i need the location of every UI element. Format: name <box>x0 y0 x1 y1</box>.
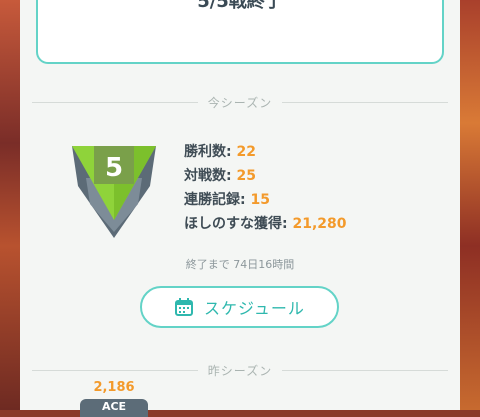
stat-stardust: ほしのすな獲得: 21,280 <box>184 212 347 236</box>
rank-number: 5 <box>105 153 123 183</box>
current-season-heading: 今シーズン <box>20 94 460 111</box>
stat-stardust-label: ほしのすな獲得: <box>184 216 288 232</box>
schedule-button[interactable]: スケジュール <box>140 286 339 328</box>
stat-win-streak-value: 15 <box>250 192 270 208</box>
stat-wins: 勝利数: 22 <box>184 140 347 164</box>
stat-win-streak: 連勝記録: 15 <box>184 188 347 212</box>
stat-win-streak-label: 連勝記録: <box>184 192 246 208</box>
current-season-label: 今シーズン <box>197 96 283 110</box>
schedule-button-label: スケジュール <box>204 299 305 318</box>
previous-season-rating: 2,186 <box>93 380 135 395</box>
stat-battles: 対戦数: 25 <box>184 164 347 188</box>
background-right <box>460 0 480 410</box>
rank-shield-icon: 5 <box>72 146 156 238</box>
previous-season-label: 昨シーズン <box>197 364 283 378</box>
stat-wins-label: 勝利数: <box>184 144 232 160</box>
previous-season-heading: 昨シーズン <box>20 362 460 379</box>
battle-league-panel: 5/5戦終了 今シーズン 5 勝利数: 22 対戦数: 25 連勝記録: 15 … <box>20 0 460 417</box>
stat-stardust-value: 21,280 <box>292 216 347 232</box>
previous-season-rank-badge: ACE <box>80 399 148 417</box>
season-stats: 勝利数: 22 対戦数: 25 連勝記録: 15 ほしのすな獲得: 21,280 <box>184 140 347 236</box>
calendar-icon <box>175 298 194 316</box>
rank-badge: 5 <box>66 142 162 240</box>
battle-result-card: 5/5戦終了 <box>36 0 444 64</box>
battle-result-text: 5/5戦終了 <box>197 0 283 12</box>
background-left <box>0 0 20 410</box>
stat-wins-value: 22 <box>236 144 256 160</box>
season-remaining-time: 終了まで 74日16時間 <box>185 258 295 271</box>
stat-battles-value: 25 <box>236 168 256 184</box>
stat-battles-label: 対戦数: <box>184 168 232 184</box>
